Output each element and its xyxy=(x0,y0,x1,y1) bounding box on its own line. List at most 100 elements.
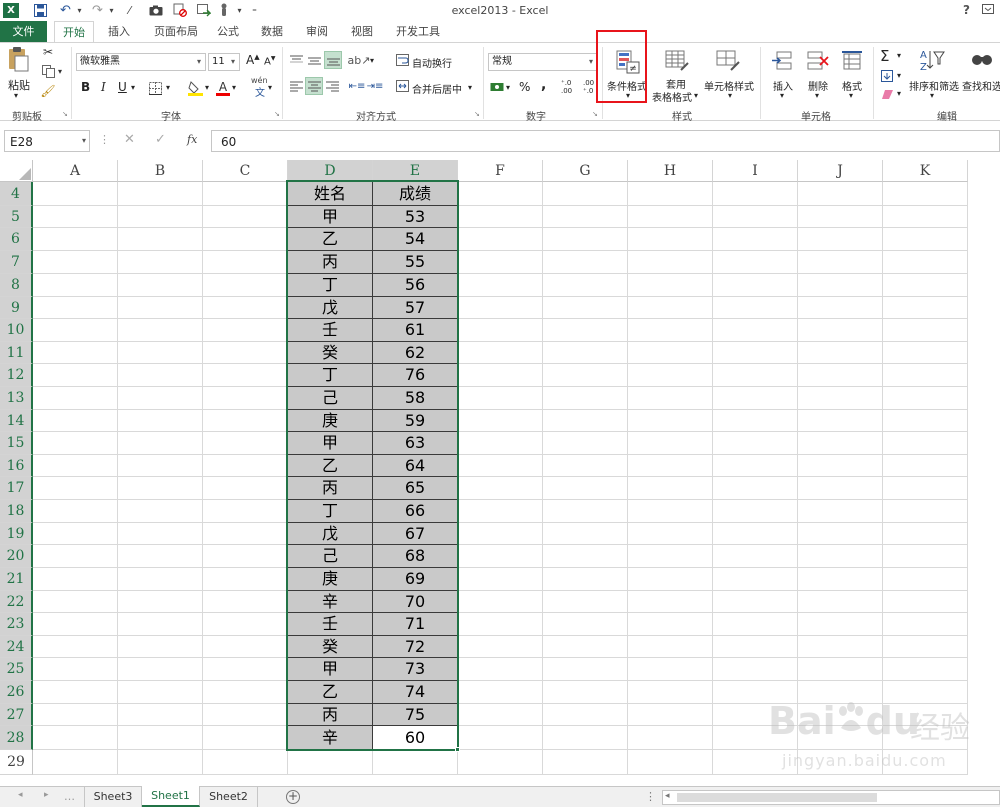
grid-cell[interactable] xyxy=(458,726,543,750)
grid-cell[interactable] xyxy=(798,750,883,775)
grid-cell[interactable] xyxy=(713,182,798,206)
clear-icon[interactable] xyxy=(880,87,894,101)
name-cell[interactable]: 癸 xyxy=(287,635,373,658)
font-color-icon[interactable]: A xyxy=(216,79,230,97)
hscroll-left-icon[interactable]: ◂ xyxy=(665,791,670,801)
formula-input[interactable]: 60 xyxy=(211,130,1000,152)
name-cell[interactable]: 甲 xyxy=(287,431,373,455)
name-cell[interactable]: 己 xyxy=(287,544,373,568)
grid-cell[interactable] xyxy=(543,297,628,319)
score-cell[interactable]: 68 xyxy=(372,544,458,568)
orientation-icon[interactable]: ab↗ xyxy=(348,52,371,68)
grid-cell[interactable] xyxy=(883,342,968,364)
grid-cell[interactable] xyxy=(33,658,118,681)
grid-cell[interactable] xyxy=(713,364,798,387)
align-center-icon[interactable] xyxy=(305,77,323,95)
tab-page-layout[interactable]: 页面布局 xyxy=(146,21,206,42)
grid-cell[interactable] xyxy=(543,364,628,387)
grid-cell[interactable] xyxy=(458,681,543,704)
name-cell[interactable]: 丁 xyxy=(287,363,373,387)
grid-cell[interactable] xyxy=(458,251,543,274)
grid-cell[interactable] xyxy=(33,251,118,274)
grid-cell[interactable] xyxy=(713,568,798,591)
row-header[interactable]: 28 xyxy=(0,726,33,750)
row-header[interactable]: 25 xyxy=(0,658,33,681)
grid-cell[interactable] xyxy=(543,251,628,274)
scroll-sheets-left-icon[interactable]: ◂ xyxy=(18,790,23,800)
increase-decimal-button[interactable]: ⁺.0 .00 xyxy=(561,79,581,95)
paste-icon[interactable] xyxy=(4,45,32,73)
grid-cell[interactable] xyxy=(288,750,373,775)
name-cell[interactable]: 辛 xyxy=(287,590,373,613)
grid-cell[interactable] xyxy=(628,500,713,523)
grid-cell[interactable] xyxy=(883,251,968,274)
cell-styles-icon[interactable] xyxy=(715,49,741,73)
grid-cell[interactable] xyxy=(458,297,543,319)
decrease-indent-icon[interactable]: ⇤≡ xyxy=(349,78,366,94)
row-header[interactable]: 16 xyxy=(0,455,33,477)
grid-cell[interactable] xyxy=(203,591,288,613)
grid-cell[interactable] xyxy=(118,319,203,342)
grid-cell[interactable] xyxy=(628,750,713,775)
grid-cell[interactable] xyxy=(543,636,628,658)
grid-cell[interactable] xyxy=(203,432,288,455)
grid-cell[interactable] xyxy=(118,432,203,455)
grid-cell[interactable] xyxy=(543,206,628,228)
row-header[interactable]: 13 xyxy=(0,387,33,410)
format-as-table-icon[interactable] xyxy=(664,49,690,73)
grid-cell[interactable] xyxy=(628,410,713,432)
horizontal-scrollbar[interactable]: ◂ xyxy=(662,790,1000,805)
name-cell[interactable]: 乙 xyxy=(287,680,373,704)
grid-cell[interactable] xyxy=(883,704,968,726)
grid-cell[interactable] xyxy=(798,500,883,523)
grid-cell[interactable] xyxy=(713,681,798,704)
fill-icon[interactable] xyxy=(880,69,894,83)
help-button[interactable]: ? xyxy=(963,3,970,17)
grid-cell[interactable] xyxy=(203,274,288,297)
grid-cell[interactable] xyxy=(458,342,543,364)
grid-cell[interactable] xyxy=(203,658,288,681)
grid-cell[interactable] xyxy=(628,681,713,704)
grid-cell[interactable] xyxy=(33,319,118,342)
currency-icon[interactable] xyxy=(489,79,505,95)
grid-cell[interactable] xyxy=(118,500,203,523)
score-cell[interactable]: 55 xyxy=(372,250,458,274)
grid-cell[interactable] xyxy=(33,500,118,523)
grid-cell[interactable] xyxy=(883,658,968,681)
grid-cell[interactable] xyxy=(543,477,628,500)
find-select-label[interactable]: 查找和选 xyxy=(962,78,1000,93)
row-header[interactable]: 6 xyxy=(0,228,33,251)
grid-cell[interactable] xyxy=(713,636,798,658)
column-header[interactable]: K xyxy=(883,160,968,182)
grid-cell[interactable] xyxy=(33,432,118,455)
row-header[interactable]: 15 xyxy=(0,432,33,455)
grid-cell[interactable] xyxy=(203,182,288,206)
column-header[interactable]: C xyxy=(203,160,288,182)
grid-cell[interactable] xyxy=(33,568,118,591)
grid-cell[interactable] xyxy=(628,591,713,613)
grid-cell[interactable] xyxy=(883,477,968,500)
grid-cell[interactable] xyxy=(203,545,288,568)
row-header[interactable]: 19 xyxy=(0,523,33,545)
grid-cell[interactable] xyxy=(883,297,968,319)
new-sheet-button[interactable]: + xyxy=(286,790,300,804)
grid-cell[interactable] xyxy=(798,455,883,477)
ribbon-display-icon[interactable] xyxy=(982,4,994,14)
grid-cell[interactable] xyxy=(33,750,118,775)
font-name-combo[interactable]: 微软雅黑 ▾ xyxy=(76,53,206,71)
grid-cell[interactable] xyxy=(713,750,798,775)
font-size-combo[interactable]: 11 ▾ xyxy=(208,53,240,71)
grid-cell[interactable] xyxy=(118,636,203,658)
merge-dropdown-icon[interactable]: ▾ xyxy=(468,83,472,92)
grid-cell[interactable] xyxy=(713,274,798,297)
grid-cell[interactable] xyxy=(33,636,118,658)
row-header[interactable]: 23 xyxy=(0,613,33,636)
grid-cell[interactable] xyxy=(118,658,203,681)
header-cell-name[interactable]: 姓名 xyxy=(287,181,373,206)
grid-cell[interactable] xyxy=(628,455,713,477)
column-header[interactable]: F xyxy=(458,160,543,182)
clear-dropdown-icon[interactable]: ▾ xyxy=(897,89,901,98)
grid-cell[interactable] xyxy=(543,523,628,545)
grid-cell[interactable] xyxy=(883,364,968,387)
grid-cell[interactable] xyxy=(628,704,713,726)
